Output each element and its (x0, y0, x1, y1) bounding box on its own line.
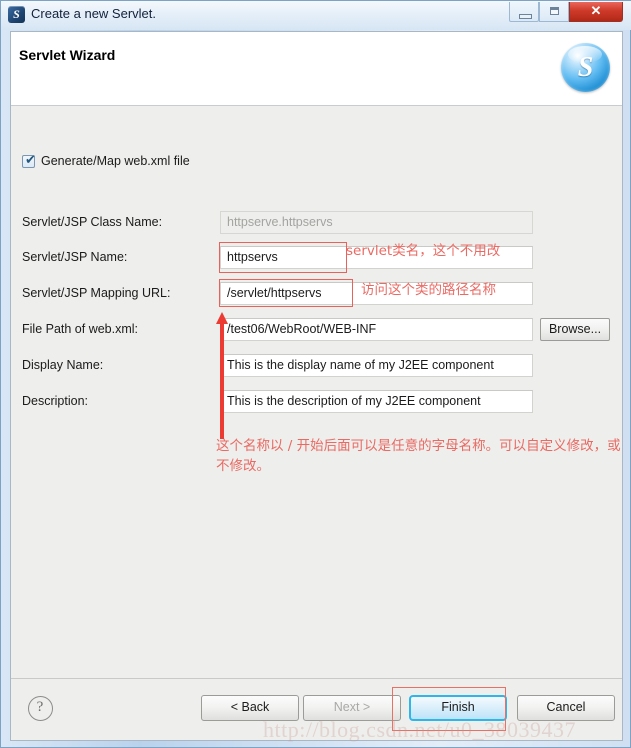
label-description: Description: (22, 394, 88, 408)
input-class-name-value: httpserve.httpservs (227, 215, 333, 229)
generate-webxml-label: Generate/Map web.xml file (41, 154, 190, 168)
wizard-content: ✔ Generate/Map web.xml file Servlet/JSP … (11, 107, 622, 707)
cancel-button-label: Cancel (546, 700, 586, 714)
label-display-name: Display Name: (22, 358, 104, 372)
input-display-name[interactable]: This is the display name of my J2EE comp… (220, 354, 533, 377)
input-display-name-value: This is the display name of my J2EE comp… (227, 358, 494, 372)
help-button[interactable]: ? (28, 696, 53, 721)
page-title: Servlet Wizard (19, 47, 116, 63)
input-description-value: This is the description of my J2EE compo… (227, 394, 481, 408)
annotation-class-name: servlet类名，这个不用改 (346, 243, 501, 259)
minimize-icon (519, 14, 532, 19)
wizard-header: Servlet Wizard S (11, 32, 622, 106)
highlight-box-servlet-name (219, 242, 347, 273)
title-bar[interactable]: S Create a new Servlet. ✕ (1, 1, 631, 30)
maximize-button[interactable] (539, 2, 569, 22)
servlet-wizard-logo-glyph: S (577, 52, 594, 83)
input-class-name[interactable]: httpserve.httpservs (220, 211, 533, 234)
browse-button[interactable]: Browse... (540, 318, 610, 341)
watermark-text: http://blog.csdn.net/u0_38039437 (263, 717, 576, 742)
help-icon: ? (36, 699, 44, 715)
input-webxml-path[interactable]: /test06/WebRoot/WEB-INF (220, 318, 533, 341)
maximize-icon (550, 7, 559, 15)
arrow-shaft (220, 322, 224, 439)
red-up-arrow-icon (216, 312, 229, 439)
minimize-button[interactable] (509, 2, 539, 22)
input-description[interactable]: This is the description of my J2EE compo… (220, 390, 533, 413)
label-webxml-path: File Path of web.xml: (22, 322, 139, 336)
servlet-wizard-logo: S (561, 43, 610, 92)
close-button[interactable]: ✕ (569, 2, 623, 22)
next-button-label: Next > (333, 700, 371, 714)
wizard-dialog: Servlet Wizard S ✔ Generate/Map web.xml … (10, 31, 623, 741)
highlight-box-mapping-url (219, 279, 353, 307)
label-servlet-name: Servlet/JSP Name: (22, 250, 128, 264)
close-icon: ✕ (590, 3, 602, 18)
label-class-name: Servlet/JSP Class Name: (22, 215, 163, 229)
browse-button-label: Browse... (548, 322, 602, 336)
checkmark-icon: ✔ (25, 153, 36, 168)
window-title: Create a new Servlet. (31, 6, 157, 21)
servlet-app-icon: S (8, 6, 25, 23)
generate-webxml-checkbox[interactable]: ✔ (22, 153, 36, 168)
label-mapping-url: Servlet/JSP Mapping URL: (22, 286, 171, 300)
input-webxml-path-value: /test06/WebRoot/WEB-INF (227, 322, 377, 336)
back-button-label: < Back (230, 700, 270, 714)
servlet-app-icon-glyph: S (13, 7, 20, 21)
dialog-window: S Create a new Servlet. ✕ Servlet Wizard… (0, 0, 631, 748)
annotation-mapping-url: 访问这个类的路径名称 (361, 282, 496, 298)
annotation-path-rule: 这个名称以 / 开始后面可以是任意的字母名称。可以自定义修改，或不修改。 (216, 438, 621, 474)
